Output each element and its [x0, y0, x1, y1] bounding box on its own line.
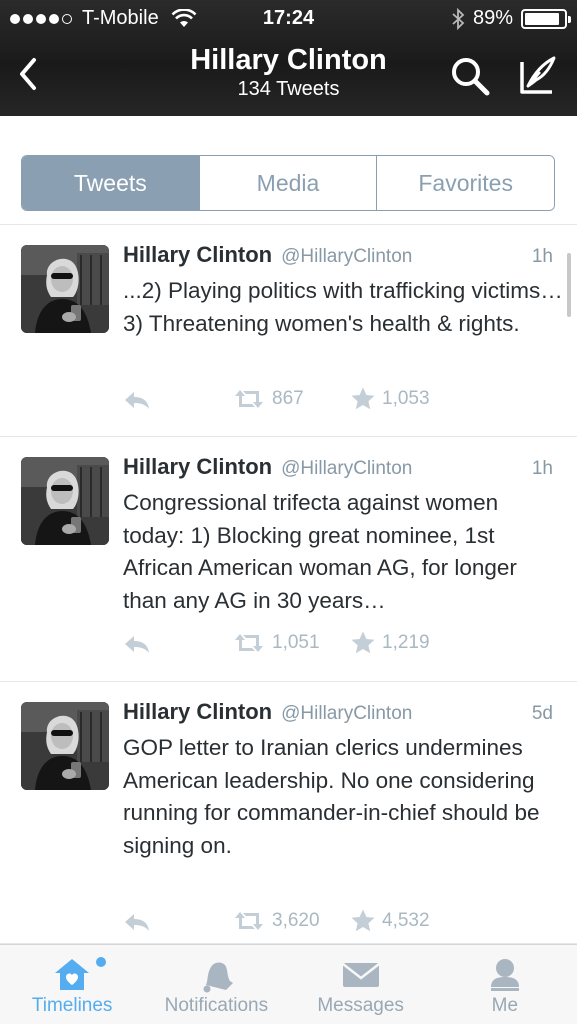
battery-icon	[521, 8, 571, 29]
tweet-author-name: Hillary Clinton	[123, 454, 273, 479]
status-bar: T-Mobile 17:24 89%	[0, 0, 577, 38]
bell-icon	[203, 962, 234, 993]
star-icon	[350, 908, 376, 934]
retweet-button[interactable]: 1,051	[232, 632, 320, 654]
retweet-button[interactable]: 3,620	[232, 910, 320, 932]
profile-tabs: Tweets Media Favorites	[21, 155, 555, 211]
battery-percent: 89%	[472, 7, 513, 29]
home-icon	[55, 959, 90, 990]
retweet-icon	[232, 910, 266, 932]
tweet-author-handle: @HillaryClinton	[281, 703, 413, 724]
favorite-button[interactable]: 4,532	[350, 908, 430, 934]
tweet-author-handle: @HillaryClinton	[281, 246, 413, 267]
tab-messages[interactable]: Messages	[289, 945, 433, 1024]
person-icon	[490, 959, 519, 991]
tab-label: Notifications	[164, 995, 269, 1016]
favorite-count: 1,053	[382, 388, 430, 409]
tweet-header: Hillary Clinton @HillaryClinton 1h	[123, 454, 553, 484]
tweet-timestamp: 5d	[531, 703, 553, 724]
tweet-header: Hillary Clinton @HillaryClinton 1h	[123, 242, 553, 272]
favorite-count: 1,219	[382, 632, 430, 653]
profile-header: T-Mobile 17:24 89% Hillary Clinton 134 T…	[0, 0, 577, 116]
nav-bar: Hillary Clinton 134 Tweets	[0, 38, 577, 116]
tweet-author-name: Hillary Clinton	[123, 699, 273, 724]
star-icon	[350, 630, 376, 656]
star-icon	[350, 386, 376, 412]
retweet-count: 3,620	[272, 910, 320, 931]
tab-notifications[interactable]: Notifications	[144, 945, 288, 1024]
avatar[interactable]	[21, 245, 109, 333]
retweet-count: 1,051	[272, 632, 320, 653]
retweet-button[interactable]: 867	[232, 388, 304, 410]
favorite-button[interactable]: 1,219	[350, 630, 430, 656]
tweet-text: Congressional trifecta against women tod…	[123, 490, 517, 613]
avatar[interactable]	[21, 702, 109, 790]
avatar[interactable]	[21, 457, 109, 545]
retweet-count: 867	[272, 388, 304, 409]
tweet-author-name: Hillary Clinton	[123, 242, 273, 267]
tab-timelines[interactable]: Timelines	[0, 945, 144, 1024]
reply-icon[interactable]	[122, 388, 152, 412]
envelope-icon	[341, 963, 380, 987]
retweet-icon	[232, 388, 266, 410]
reply-icon[interactable]	[122, 632, 152, 656]
scroll-indicator[interactable]	[567, 253, 571, 317]
retweet-icon	[232, 632, 266, 654]
tab-label: Me	[491, 995, 519, 1016]
tweet-item[interactable]: Hillary Clinton @HillaryClinton 5d GOP l…	[0, 682, 577, 944]
tweet-item[interactable]: Hillary Clinton @HillaryClinton 1h ...2)…	[0, 225, 577, 437]
tweet-author-handle: @HillaryClinton	[281, 458, 413, 479]
tweet-text: GOP letter to Iranian clerics undermines…	[123, 735, 540, 858]
tab-favorites[interactable]: Favorites	[376, 156, 554, 210]
tweet-header: Hillary Clinton @HillaryClinton 5d	[123, 699, 553, 729]
tab-media[interactable]: Media	[198, 156, 377, 210]
tweet-text: ...2) Playing politics with trafficking …	[123, 278, 563, 336]
bottom-tab-bar: Timelines Notifications Messages Me	[0, 944, 577, 1024]
favorite-count: 4,532	[382, 910, 430, 931]
tweet-timestamp: 1h	[531, 246, 553, 267]
favorite-button[interactable]: 1,053	[350, 386, 430, 412]
reply-icon[interactable]	[122, 910, 152, 934]
tab-me[interactable]: Me	[433, 945, 577, 1024]
compose-tweet-button[interactable]	[514, 54, 560, 98]
tweet-actions: 3,620 4,532	[0, 908, 577, 938]
tweet-item[interactable]: Hillary Clinton @HillaryClinton 1h Congr…	[0, 437, 577, 682]
tab-label: Timelines	[31, 995, 113, 1016]
tab-label: Messages	[317, 995, 404, 1016]
battery-fill	[525, 12, 559, 25]
tweet-actions: 1,051 1,219	[0, 630, 577, 660]
tweet-timestamp: 1h	[531, 458, 553, 479]
search-button[interactable]	[448, 54, 492, 98]
new-tweets-dot	[96, 957, 106, 967]
status-right: 89%	[451, 7, 571, 30]
tweet-actions: 867 1,053	[0, 386, 577, 416]
bluetooth-icon	[452, 7, 465, 30]
tab-tweets[interactable]: Tweets	[22, 156, 199, 210]
